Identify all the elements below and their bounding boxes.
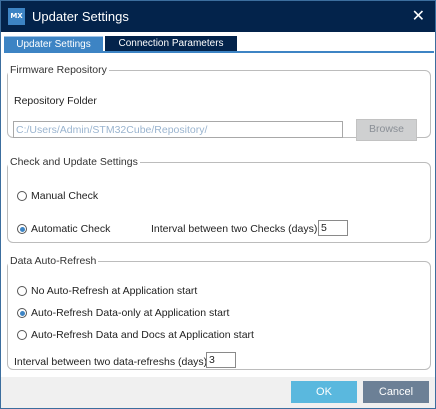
check-interval-label: Interval between two Checks (days): [151, 223, 318, 235]
data-auto-refresh-legend: Data Auto-Refresh: [10, 255, 97, 267]
dialog-footer: OK Cancel: [1, 377, 435, 408]
automatic-check-label: Automatic Check: [31, 223, 111, 235]
browse-button[interactable]: Browse: [356, 119, 417, 141]
close-icon[interactable]: ✕: [412, 7, 425, 25]
tab-connection-parameters[interactable]: Connection Parameters: [105, 36, 237, 51]
dialog-content: Updater Settings Connection Parameters F…: [1, 32, 435, 377]
tab-updater-settings[interactable]: Updater Settings: [4, 36, 103, 51]
repository-folder-input[interactable]: [13, 121, 343, 138]
firmware-repository-legend: Firmware Repository: [10, 64, 107, 76]
tab-bar: Updater Settings Connection Parameters: [4, 36, 434, 53]
refresh-interval-label: Interval between two data-refreshs (days…: [14, 356, 208, 368]
no-auto-refresh-label: No Auto-Refresh at Application start: [31, 285, 198, 297]
updater-settings-dialog: MX Updater Settings ✕ Updater Settings C…: [0, 0, 436, 409]
repository-folder-label: Repository Folder: [14, 95, 97, 107]
ok-button[interactable]: OK: [291, 381, 357, 403]
data-auto-refresh-group: Data Auto-Refresh No Auto-Refresh at App…: [7, 255, 431, 370]
stm32cubemx-logo-icon: MX: [8, 8, 25, 25]
check-interval-input[interactable]: [318, 220, 348, 236]
auto-refresh-data-only-label: Auto-Refresh Data-only at Application st…: [31, 307, 230, 319]
auto-refresh-data-docs-label: Auto-Refresh Data and Docs at Applicatio…: [31, 329, 254, 341]
title-bar: MX Updater Settings ✕: [1, 1, 435, 32]
manual-check-label: Manual Check: [31, 190, 99, 202]
firmware-repository-group: Firmware Repository Repository Folder Br…: [7, 64, 431, 141]
automatic-check-radio-button[interactable]: [17, 224, 27, 234]
check-update-legend: Check and Update Settings: [10, 156, 138, 168]
check-update-group: Check and Update Settings Manual Check A…: [7, 156, 431, 243]
no-auto-refresh-radio-button[interactable]: [17, 286, 27, 296]
window-title: Updater Settings: [32, 9, 129, 24]
refresh-interval-input[interactable]: [206, 352, 236, 368]
cancel-button[interactable]: Cancel: [363, 381, 429, 403]
manual-check-radio-button[interactable]: [17, 191, 27, 201]
auto-refresh-data-docs-radio-button[interactable]: [17, 330, 27, 340]
auto-refresh-data-only-radio-button[interactable]: [17, 308, 27, 318]
